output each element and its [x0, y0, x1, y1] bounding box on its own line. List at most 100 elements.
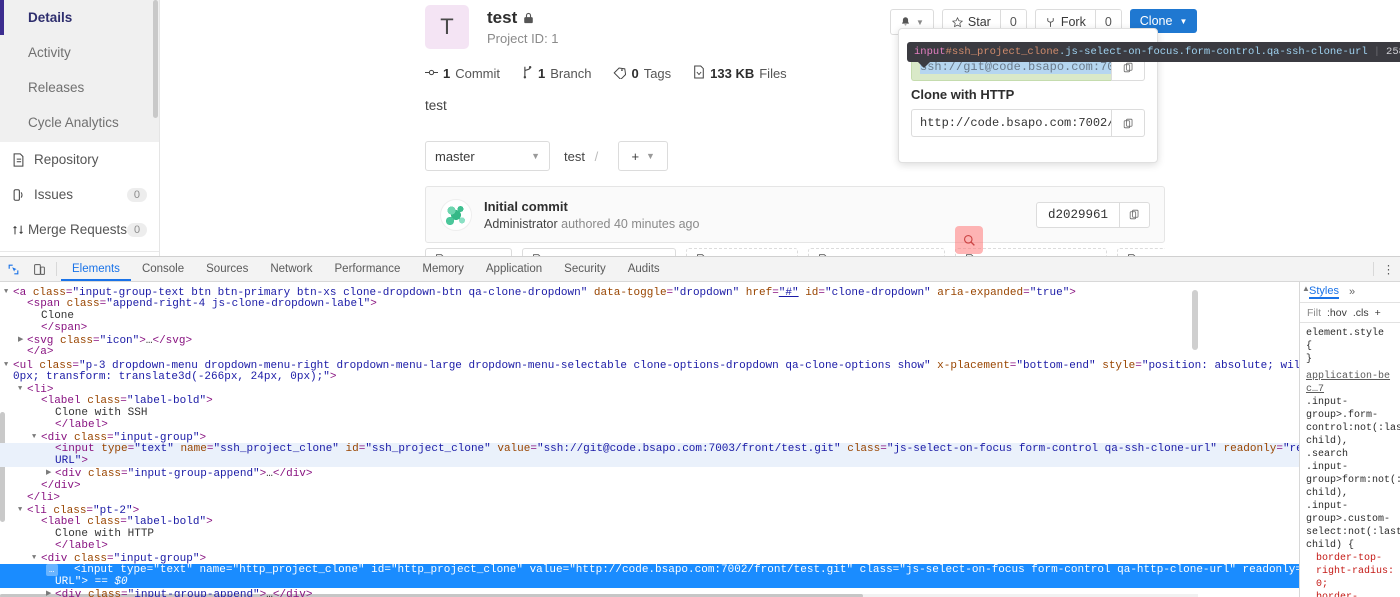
- code-line[interactable]: <li class="pt-2">: [0, 504, 1299, 517]
- tab-performance[interactable]: Performance: [324, 257, 412, 281]
- code-line[interactable]: <label class="label-bold">: [0, 516, 1299, 528]
- tab-application[interactable]: Application: [475, 257, 553, 281]
- sidebar-item-releases[interactable]: Releases: [0, 70, 159, 105]
- styles-pane: ▲ Styles » Filt :hov .cls + element.styl…: [1300, 282, 1400, 597]
- sidebar-item-repository[interactable]: Repository: [0, 142, 159, 177]
- device-toolbar-icon[interactable]: [26, 257, 52, 281]
- project-stat-tags[interactable]: 0 Tags: [613, 66, 671, 82]
- breadcrumb-root[interactable]: test: [564, 149, 585, 164]
- copy-http-url-button[interactable]: [1111, 109, 1145, 137]
- code-line[interactable]: </label>: [0, 540, 1299, 552]
- commit-subtitle: Administrator authored 40 minutes ago: [484, 217, 699, 231]
- http-clone-url-input[interactable]: http://code.bsapo.com:7002/f: [911, 109, 1111, 137]
- code-line[interactable]: </a>: [0, 346, 1299, 358]
- code-line[interactable]: <li>: [0, 383, 1299, 396]
- disclosure-triangle-icon[interactable]: [18, 383, 27, 395]
- disclosure-triangle-icon[interactable]: [32, 552, 41, 564]
- star-label: Star: [967, 15, 991, 29]
- project-stat-files[interactable]: 133 KB Files: [693, 65, 787, 82]
- sidebar-scrollbar[interactable]: [153, 0, 158, 118]
- file-button-add-license[interactable]: Add LICENSE: [685, 248, 798, 256]
- code-line[interactable]: </span>: [0, 322, 1299, 334]
- sidebar-item-cycle-analytics[interactable]: Cycle Analytics: [0, 105, 159, 140]
- code-line[interactable]: 0px; transform: translate3d(-266px, 24px…: [0, 371, 1299, 383]
- project-stat-commit[interactable]: 1 Commit: [425, 66, 500, 82]
- tab-memory[interactable]: Memory: [411, 257, 475, 281]
- sidebar-item-label: Details: [28, 10, 73, 25]
- code-line[interactable]: <a class="input-group-text btn btn-prima…: [0, 286, 1299, 299]
- tab-network[interactable]: Network: [259, 257, 323, 281]
- commit-author[interactable]: Administrator: [484, 217, 558, 231]
- disclosure-triangle-icon[interactable]: [46, 588, 55, 597]
- code-line[interactable]: … <input type="text" name="http_project_…: [0, 564, 1299, 577]
- cls-toggle[interactable]: .cls: [1353, 307, 1369, 319]
- disclosure-triangle-icon[interactable]: [4, 286, 13, 298]
- file-button-add-changelog[interactable]: Add CHANGELOG: [807, 248, 946, 256]
- commit-sha[interactable]: d2029961: [1037, 203, 1119, 227]
- style-property[interactable]: border-bottom-right-radius: 0;: [1306, 591, 1394, 597]
- hov-toggle[interactable]: :hov: [1327, 307, 1347, 319]
- code-line[interactable]: Clone with SSH: [0, 407, 1299, 419]
- code-line[interactable]: <div class="input-group-append">…</div>: [0, 588, 1299, 597]
- code-line[interactable]: <input type="text" name="ssh_project_clo…: [0, 443, 1299, 456]
- tab-security[interactable]: Security: [553, 257, 617, 281]
- commit-meta: authored 40 minutes ago: [561, 216, 700, 231]
- style-source-link[interactable]: application-bec…7: [1306, 370, 1394, 396]
- style-property[interactable]: border-top-right-radius: 0;: [1306, 552, 1394, 591]
- scroll-up-icon[interactable]: ▲: [1302, 284, 1310, 293]
- code-line[interactable]: <span class="append-right-4 js-clone-dro…: [0, 298, 1299, 310]
- more-vertical-icon[interactable]: ⋮: [1378, 257, 1400, 281]
- code-line[interactable]: <ul class="p-3 dropdown-menu dropdown-me…: [0, 359, 1299, 372]
- search-button[interactable]: [955, 226, 983, 254]
- inspect-cursor-icon[interactable]: [0, 257, 26, 281]
- tab-styles[interactable]: Styles: [1309, 285, 1339, 299]
- style-selector[interactable]: .input-group>.form-control:not(:last-chi…: [1306, 396, 1400, 552]
- tab-elements[interactable]: Elements: [61, 257, 131, 281]
- breadcrumb-ellipsis[interactable]: …: [46, 564, 59, 577]
- code-line[interactable]: <div class="input-group">: [0, 431, 1299, 444]
- disclosure-triangle-icon[interactable]: [32, 431, 41, 443]
- code-line[interactable]: </li>: [0, 492, 1299, 504]
- file-button-auto-devops-enabled[interactable]: Auto DevOps enabled: [522, 248, 676, 256]
- sidebar-item-activity[interactable]: Activity: [0, 35, 159, 70]
- code-line[interactable]: <div class="input-group">: [0, 552, 1299, 565]
- disclosure-triangle-icon[interactable]: [18, 504, 27, 516]
- project-file-buttons: README Auto DevOps enabled Add LICENSE Add …: [425, 248, 1165, 256]
- style-selector[interactable]: element.style {: [1306, 327, 1394, 353]
- sidebar-item-issues[interactable]: Issues 0: [0, 177, 159, 212]
- tooltip-classes: .js-select-on-focus.form-control.qa-ssh-…: [1058, 46, 1368, 58]
- copy-icon[interactable]: [1119, 202, 1149, 227]
- star-icon: [951, 16, 963, 27]
- sidebar-item-merge-requests[interactable]: Merge Requests 0: [0, 212, 159, 247]
- tab-audits[interactable]: Audits: [617, 257, 671, 281]
- code-line[interactable]: <svg class="icon">…</svg>: [0, 334, 1299, 347]
- file-button-add-kubernetes-cluster[interactable]: Add Kubernetes cluster: [1117, 248, 1165, 256]
- code-line[interactable]: URL"> == $0: [0, 576, 1299, 589]
- tab-sources[interactable]: Sources: [195, 257, 259, 281]
- styles-filter-input[interactable]: Filt: [1307, 307, 1321, 319]
- commit-title[interactable]: Initial commit: [484, 199, 699, 214]
- code-line[interactable]: Clone with HTTP: [0, 528, 1299, 540]
- disclosure-triangle-icon[interactable]: [4, 359, 13, 371]
- screenshot-root: Details Activity Releases Cycle Analytics R…: [0, 0, 1400, 597]
- disclosure-triangle-icon[interactable]: [46, 467, 55, 479]
- file-button-readme[interactable]: README: [425, 248, 513, 256]
- sidebar-item-details[interactable]: Details: [0, 0, 159, 35]
- tooltip-tag: input: [914, 46, 946, 58]
- add-to-tree-button[interactable]: + ▼: [618, 141, 669, 171]
- new-style-rule-button[interactable]: +: [1375, 307, 1381, 319]
- clone-button-label: Clone: [1139, 14, 1173, 28]
- code-line[interactable]: URL">: [0, 455, 1299, 468]
- project-stat-branch[interactable]: 1 Branch: [522, 65, 591, 82]
- code-line[interactable]: </div>: [0, 480, 1299, 492]
- code-line[interactable]: Clone: [0, 310, 1299, 322]
- tab-console[interactable]: Console: [131, 257, 195, 281]
- code-line[interactable]: <label class="label-bold">: [0, 395, 1299, 407]
- disclosure-triangle-icon[interactable]: [18, 334, 27, 346]
- code-line[interactable]: </label>: [0, 419, 1299, 431]
- elements-tree[interactable]: <a class="input-group-text btn btn-prima…: [0, 282, 1299, 597]
- chevron-double-right-icon[interactable]: »: [1349, 286, 1355, 298]
- styles-filter-row: Filt :hov .cls +: [1300, 303, 1400, 323]
- branch-select[interactable]: master ▼: [425, 141, 550, 171]
- code-line[interactable]: <div class="input-group-append">…</div>: [0, 467, 1299, 480]
